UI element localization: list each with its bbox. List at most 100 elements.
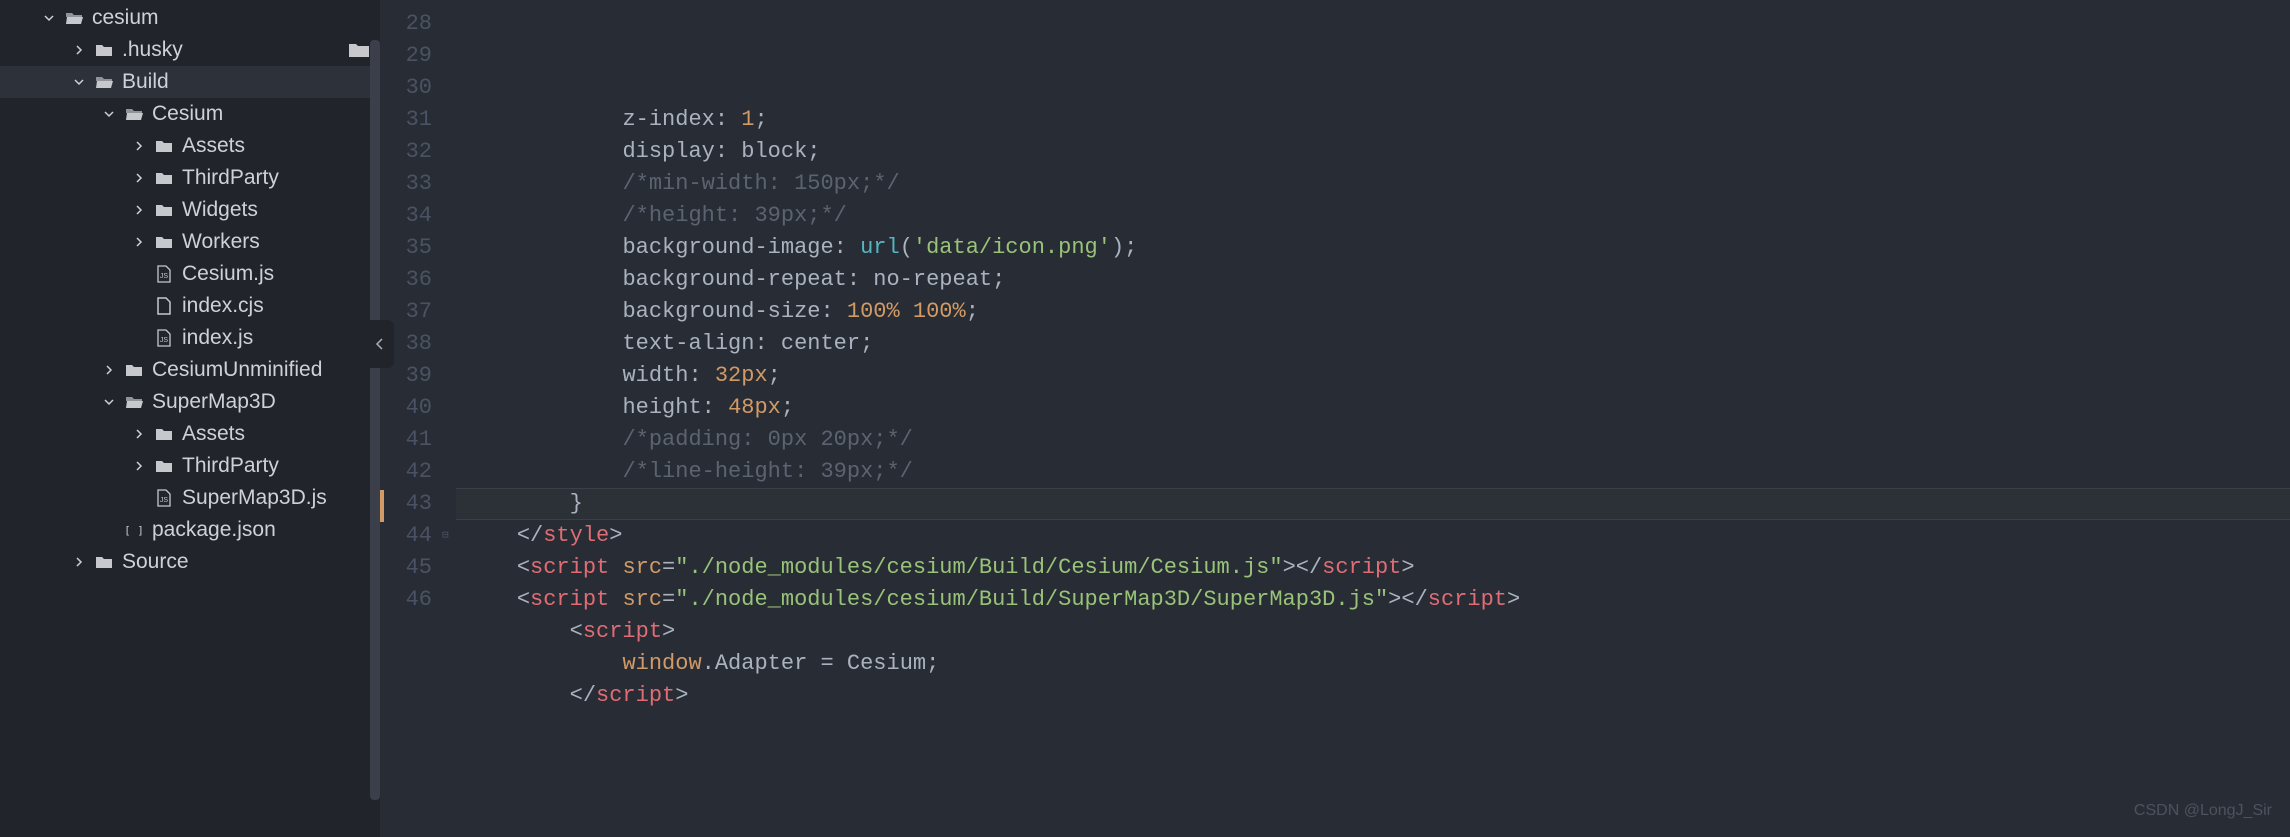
chevron-right-icon[interactable] (132, 459, 146, 473)
watermark: CSDN @LongJ_Sir (2134, 795, 2272, 827)
code-line[interactable]: </script> (464, 680, 2290, 712)
line-number[interactable]: 33 (380, 168, 432, 200)
code-line[interactable]: text-align: center; (464, 328, 2290, 360)
tree-item-cesium[interactable]: cesium (0, 2, 380, 34)
code-token: ; (966, 299, 979, 324)
fold-marker[interactable]: ⊟ (442, 520, 456, 552)
tree-item-assets[interactable]: Assets (0, 418, 380, 450)
tree-item-cesiumjs[interactable]: JSCesium.js (0, 258, 380, 290)
line-number[interactable]: 43 (380, 488, 432, 520)
tree-item-build[interactable]: Build (0, 66, 380, 98)
line-number[interactable]: 34 (380, 200, 432, 232)
code-line[interactable]: /*min-width: 150px;*/ (464, 168, 2290, 200)
tree-item-label: CesiumUnminified (152, 358, 372, 382)
line-number[interactable]: 28 (380, 8, 432, 40)
line-number[interactable]: 42 (380, 456, 432, 488)
tree-item-assets[interactable]: Assets (0, 130, 380, 162)
code-token: > (1507, 587, 1520, 612)
code-line[interactable]: <script> (464, 616, 2290, 648)
chevron-right-icon[interactable] (132, 203, 146, 217)
code-token: script (1322, 555, 1401, 580)
code-line[interactable]: <script src="./node_modules/cesium/Build… (464, 552, 2290, 584)
code-token: 'data/icon.png' (913, 235, 1111, 260)
panel-collapse-handle[interactable] (366, 320, 394, 368)
code-token (464, 523, 517, 548)
tree-item-thirdparty[interactable]: ThirdParty (0, 162, 380, 194)
code-token (464, 235, 622, 260)
code-line[interactable]: z-index: 1; (464, 104, 2290, 136)
js-file-icon: JS (154, 488, 174, 508)
code-token: > (609, 523, 622, 548)
code-line[interactable]: /*height: 39px;*/ (464, 200, 2290, 232)
tree-item-indexjs[interactable]: JSindex.js (0, 322, 380, 354)
chevron-right-icon[interactable] (132, 171, 146, 185)
chevron-down-icon[interactable] (72, 75, 86, 89)
folder-icon (154, 168, 174, 188)
line-number[interactable]: 46 (380, 584, 432, 616)
tree-item-supermap3djs[interactable]: JSSuperMap3D.js (0, 482, 380, 514)
line-number[interactable]: 45 (380, 552, 432, 584)
line-number[interactable]: 29 (380, 40, 432, 72)
code-token: : (715, 107, 741, 132)
chevron-down-icon[interactable] (42, 11, 56, 25)
code-line[interactable]: background-repeat: no-repeat; (464, 264, 2290, 296)
svg-text:JS: JS (160, 273, 169, 280)
tree-item-source[interactable]: Source (0, 546, 380, 578)
code-token (464, 267, 622, 292)
line-number[interactable]: 35 (380, 232, 432, 264)
line-number[interactable]: 40 (380, 392, 432, 424)
line-number[interactable]: 44 (380, 520, 432, 552)
line-number[interactable]: 30 (380, 72, 432, 104)
chevron-right-icon[interactable] (72, 555, 86, 569)
code-token: > (662, 619, 675, 644)
tree-item-label: package.json (152, 518, 372, 542)
code-token (464, 139, 622, 164)
code-line[interactable]: width: 32px; (464, 360, 2290, 392)
tree-item-cesium[interactable]: Cesium (0, 98, 380, 130)
tree-item-workers[interactable]: Workers (0, 226, 380, 258)
chevron-down-icon[interactable] (102, 395, 116, 409)
tree-item-widgets[interactable]: Widgets (0, 194, 380, 226)
sidebar-scrollbar[interactable] (370, 40, 380, 800)
tree-item-label: Cesium (152, 102, 372, 126)
code-token: 100% 100% (847, 299, 966, 324)
code-token (464, 107, 622, 132)
code-token: script (1428, 587, 1507, 612)
file-explorer-sidebar[interactable]: cesium.huskyBuildCesiumAssetsThirdPartyW… (0, 0, 380, 837)
code-line[interactable]: /*line-height: 39px;*/ (464, 456, 2290, 488)
tree-item-packagejson[interactable]: [ ]package.json (0, 514, 380, 546)
code-line[interactable]: </style> (464, 520, 2290, 552)
line-number[interactable]: 32 (380, 136, 432, 168)
code-line[interactable]: } (464, 488, 2290, 520)
code-token: : (834, 235, 860, 260)
code-line[interactable]: /*padding: 0px 20px;*/ (464, 424, 2290, 456)
code-line[interactable]: background-image: url('data/icon.png'); (464, 232, 2290, 264)
code-area[interactable]: z-index: 1; display: block; /*min-width:… (456, 0, 2290, 837)
code-line[interactable]: display: block; (464, 136, 2290, 168)
line-number[interactable]: 41 (380, 424, 432, 456)
tree-item-indexcjs[interactable]: index.cjs (0, 290, 380, 322)
tree-item-supermap3d[interactable]: SuperMap3D (0, 386, 380, 418)
chevron-right-icon[interactable] (132, 235, 146, 249)
file-icon (154, 296, 174, 316)
chevron-right-icon[interactable] (102, 363, 116, 377)
code-line[interactable]: background-size: 100% 100%; (464, 296, 2290, 328)
folder-open-icon (124, 104, 144, 124)
chevron-right-icon[interactable] (132, 427, 146, 441)
tree-item-husky[interactable]: .husky (0, 34, 380, 66)
code-line[interactable]: height: 48px; (464, 392, 2290, 424)
code-token: script (596, 683, 675, 708)
code-editor[interactable]: 28293031323334353637383940414243444546 ⊟… (380, 0, 2290, 837)
line-number[interactable]: 36 (380, 264, 432, 296)
code-token: src (622, 587, 662, 612)
code-line[interactable]: <script src="./node_modules/cesium/Build… (464, 584, 2290, 616)
tree-item-cesiumunminified[interactable]: CesiumUnminified (0, 354, 380, 386)
tree-item-thirdparty[interactable]: ThirdParty (0, 450, 380, 482)
code-token (464, 203, 622, 228)
line-number[interactable]: 31 (380, 104, 432, 136)
code-line[interactable]: window.Adapter = Cesium; (464, 648, 2290, 680)
fold-marker (442, 104, 456, 136)
chevron-down-icon[interactable] (102, 107, 116, 121)
chevron-right-icon[interactable] (132, 139, 146, 153)
chevron-right-icon[interactable] (72, 43, 86, 57)
